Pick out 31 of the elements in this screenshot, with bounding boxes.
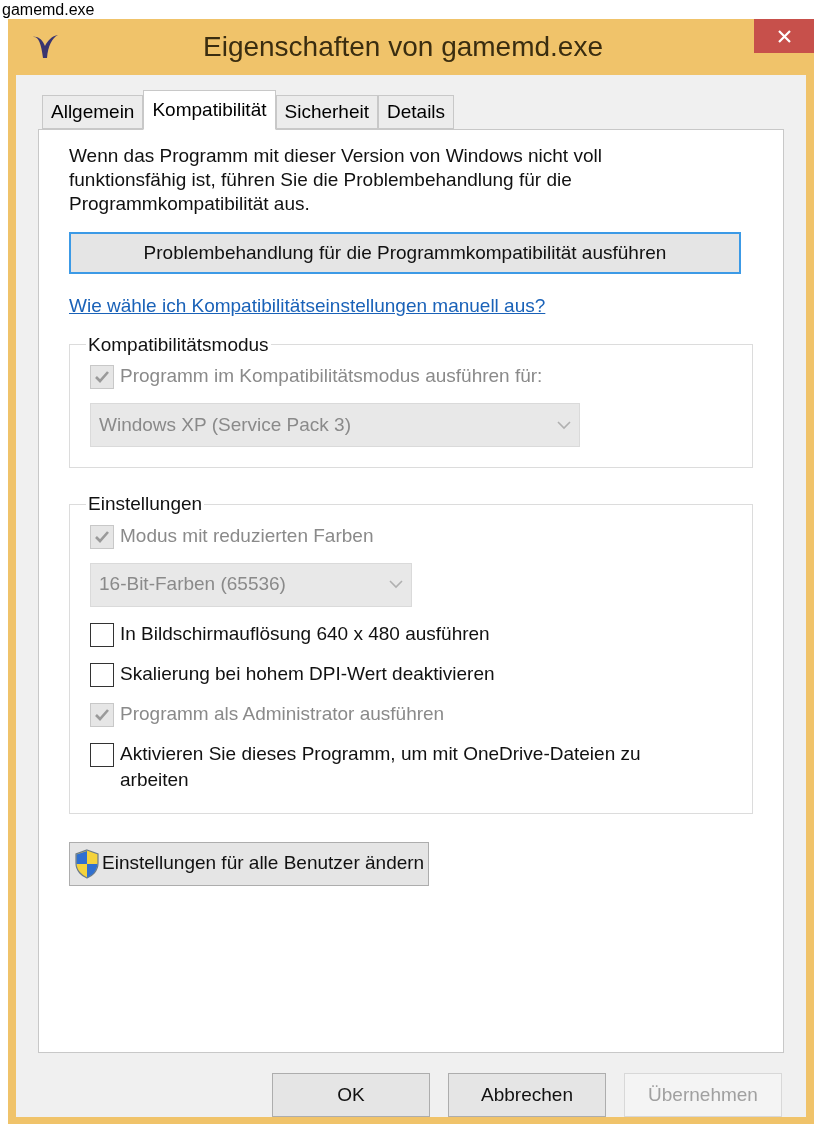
- intro-text: Wenn das Programm mit dieser Version von Windows nicht voll funktionsfähig ist, führen Sie die Problembehandlung für die Programmkompatibilität aus.: [69, 144, 603, 216]
- group-title: Kompatibilitätsmodus: [87, 332, 270, 357]
- tab[interactable]: Details: [378, 95, 455, 129]
- window-title: Eigenschaften von gamemd.exe: [202, 30, 604, 64]
- checkmark-icon: [94, 370, 110, 384]
- checkmark-icon: [94, 529, 110, 544]
- close-icon: [777, 29, 791, 43]
- tab[interactable]: Allgemein: [42, 95, 144, 129]
- dialog-button[interactable]: OK: [272, 1073, 430, 1117]
- caption-text: gamemd.exe: [1, 0, 95, 19]
- close-button[interactable]: [754, 19, 814, 53]
- tab[interactable]: Kompatibilität: [143, 90, 276, 130]
- checkbox[interactable]: [90, 742, 114, 767]
- checkbox-label: Programm im Kompatibilitätsmodus ausführen für:: [120, 364, 543, 388]
- all-users-button[interactable]: Einstellungen für alle Benutzer ändern: [69, 841, 430, 886]
- checkbox-label: Skalierung bei hohem DPI-Wert deaktivieren: [120, 661, 495, 686]
- chevron-down-icon: [557, 420, 571, 430]
- troubleshoot-button[interactable]: Problembehandlung für die Programmkompatibilität ausführen: [69, 232, 741, 274]
- checkbox-label: In Bildschirmauflösung 640 x 480 ausführen: [120, 621, 490, 646]
- dialog-button[interactable]: Abbrechen: [448, 1073, 606, 1117]
- checkbox-label: Aktivieren Sie dieses Programm, um mit OneDrive-Dateien zu arbeiten: [120, 741, 642, 792]
- group-title: Einstellungen: [87, 492, 204, 516]
- checkbox-label: Modus mit reduzierten Farben: [120, 523, 374, 548]
- checkbox[interactable]: [90, 622, 114, 647]
- help-link[interactable]: Wie wähle ich Kompatibilitätseinstellungen manuell aus?: [69, 292, 546, 321]
- chevron-down-icon: [389, 580, 403, 589]
- checkbox-label: Programm als Administrator ausführen: [120, 701, 445, 726]
- shield-icon: [74, 848, 100, 879]
- checkbox[interactable]: [90, 662, 114, 687]
- checkmark-icon: [94, 707, 110, 722]
- tab[interactable]: Sicherheit: [275, 95, 378, 129]
